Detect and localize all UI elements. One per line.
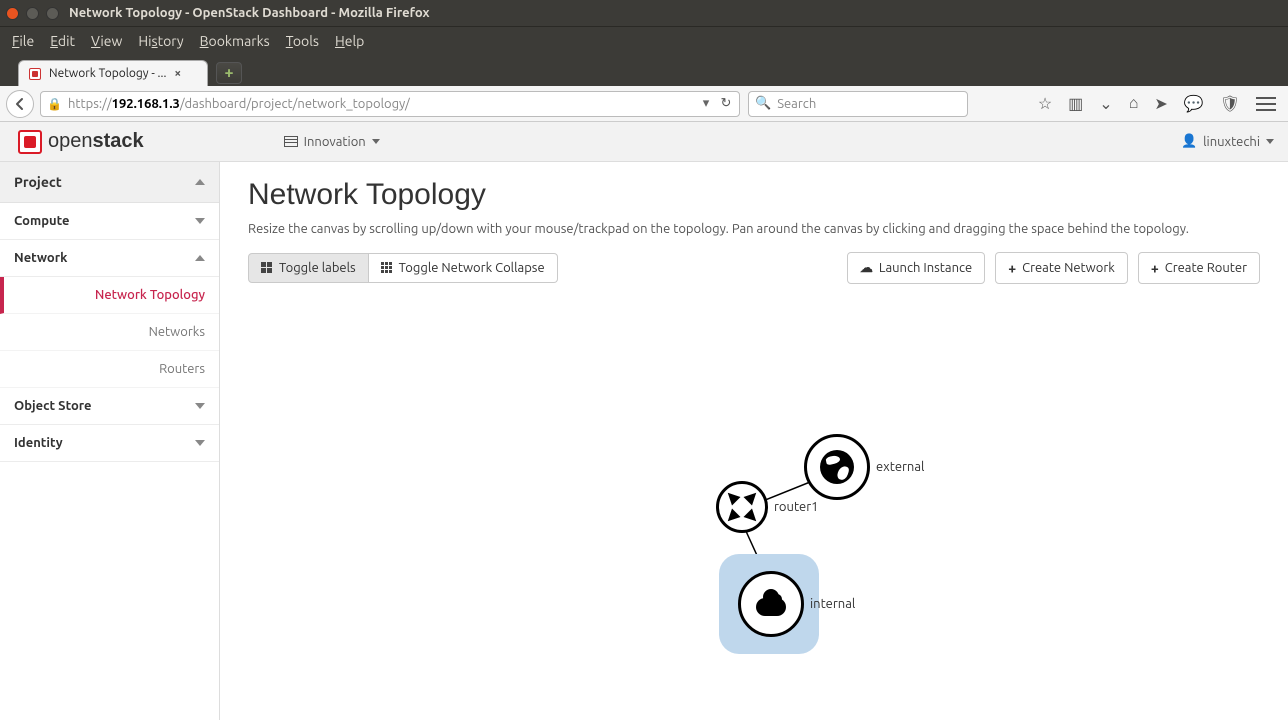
main-content: Network Topology Resize the canvas by sc… — [220, 162, 1288, 720]
os-window-title: Network Topology - OpenStack Dashboard -… — [69, 6, 430, 20]
chat-icon[interactable]: 💬 — [1184, 94, 1204, 113]
project-icon — [284, 136, 298, 147]
os-titlebar: Network Topology - OpenStack Dashboard -… — [0, 0, 1288, 26]
search-icon: 🔍 — [755, 96, 771, 111]
new-tab-button[interactable]: + — [216, 62, 242, 84]
appbar: openstack Innovation 👤 linuxtechi — [0, 122, 1288, 162]
user-icon: 👤 — [1181, 134, 1197, 149]
menu-icon[interactable] — [1256, 97, 1276, 111]
page-hint: Resize the canvas by scrolling up/down w… — [248, 222, 1260, 236]
cloud-icon — [738, 571, 804, 637]
menu-history[interactable]: History — [138, 33, 183, 49]
create-network-button[interactable]: + Create Network — [995, 252, 1128, 284]
cloud-upload-icon: ☁ — [860, 261, 873, 276]
user-name: linuxtechi — [1203, 135, 1260, 149]
os-close-button[interactable] — [6, 7, 19, 20]
chevron-down-icon — [195, 403, 205, 409]
toggle-button-group: Toggle labels Toggle Network Collapse — [248, 253, 558, 283]
launch-instance-button[interactable]: ☁ Launch Instance — [847, 252, 985, 284]
pocket-icon[interactable]: ⌄ — [1099, 94, 1112, 113]
node-external[interactable]: external — [804, 434, 924, 500]
firefox-toolbar-icons: ☆ ▥ ⌄ ⌂ ➤ 💬 🛡 — [1038, 94, 1282, 113]
project-switcher[interactable]: Innovation — [284, 135, 380, 149]
shield-icon[interactable]: 🛡 — [1220, 94, 1240, 113]
sidebar-group-identity[interactable]: Identity — [0, 425, 219, 462]
menu-help[interactable]: Help — [335, 33, 364, 49]
os-window-buttons — [6, 7, 59, 20]
chevron-down-icon — [195, 440, 205, 446]
browser-tab[interactable]: Network Topology - ... × — [18, 60, 208, 86]
reload-icon[interactable]: ↻ — [719, 96, 733, 111]
user-menu[interactable]: 👤 linuxtechi — [1181, 134, 1274, 149]
th-icon — [381, 262, 393, 274]
chevron-up-icon — [195, 179, 205, 185]
chevron-up-icon — [195, 255, 205, 261]
sidebar-group-project[interactable]: Project — [0, 162, 219, 203]
sidebar-item-networks[interactable]: Networks — [0, 314, 219, 351]
library-icon[interactable]: ▥ — [1068, 94, 1083, 113]
url-bar[interactable]: 🔒 https://192.168.1.3/dashboard/project/… — [40, 91, 740, 117]
plus-icon: + — [1151, 260, 1159, 276]
menu-file[interactable]: File — [12, 33, 34, 49]
button-row: Toggle labels Toggle Network Collapse ☁ … — [248, 252, 1260, 284]
firefox-toolbar: 🔒 https://192.168.1.3/dashboard/project/… — [0, 86, 1288, 122]
topology-canvas[interactable]: external router1 internal — [248, 284, 1260, 714]
sidebar-group-object-store[interactable]: Object Store — [0, 388, 219, 425]
th-large-icon — [261, 262, 273, 274]
firefox-tabstrip: Network Topology - ... × + — [0, 54, 1288, 86]
send-icon[interactable]: ➤ — [1154, 94, 1167, 113]
sidebar-group-network[interactable]: Network — [0, 240, 219, 277]
menu-view[interactable]: View — [91, 33, 122, 49]
workspace: Project Compute Network Network Topology… — [0, 162, 1288, 720]
url-text: https://192.168.1.3/dashboard/project/ne… — [68, 97, 695, 111]
openstack-mark-icon — [18, 130, 42, 154]
os-maximize-button[interactable] — [46, 7, 59, 20]
project-name: Innovation — [304, 135, 366, 149]
openstack-logo[interactable]: openstack — [18, 130, 144, 154]
search-placeholder: Search — [777, 97, 816, 111]
url-dropdown-icon[interactable]: ▾ — [699, 96, 713, 111]
router-icon — [716, 481, 768, 533]
home-icon[interactable]: ⌂ — [1129, 94, 1139, 113]
menu-tools[interactable]: Tools — [286, 33, 319, 49]
node-label: internal — [810, 597, 855, 611]
action-button-group: ☁ Launch Instance + Create Network + Cre… — [847, 252, 1260, 284]
firefox-menubar: File Edit View History Bookmarks Tools H… — [0, 26, 1288, 54]
brand-text: openstack — [48, 130, 144, 153]
back-button[interactable] — [6, 90, 34, 118]
toggle-labels-button[interactable]: Toggle labels — [248, 253, 369, 283]
tab-favicon — [27, 66, 43, 82]
toggle-collapse-button[interactable]: Toggle Network Collapse — [369, 253, 558, 283]
node-label: router1 — [774, 500, 818, 514]
bookmark-star-icon[interactable]: ☆ — [1038, 94, 1052, 113]
menu-edit[interactable]: Edit — [50, 33, 75, 49]
sidebar-item-routers[interactable]: Routers — [0, 351, 219, 388]
sidebar-item-network-topology[interactable]: Network Topology — [0, 277, 219, 314]
search-bar[interactable]: 🔍 Search — [748, 91, 968, 117]
lock-icon: 🔒 — [47, 97, 62, 111]
node-internal[interactable]: internal — [738, 571, 855, 637]
create-router-button[interactable]: + Create Router — [1138, 252, 1260, 284]
plus-icon: + — [1008, 260, 1016, 276]
sidebar: Project Compute Network Network Topology… — [0, 162, 220, 720]
menu-bookmarks[interactable]: Bookmarks — [200, 33, 270, 49]
node-router[interactable]: router1 — [716, 481, 818, 533]
sidebar-network-items: Network Topology Networks Routers — [0, 277, 219, 388]
tab-title: Network Topology - ... — [49, 67, 166, 80]
chevron-down-icon — [372, 139, 380, 144]
tab-close-icon[interactable]: × — [174, 67, 181, 80]
node-label: external — [876, 460, 924, 474]
chevron-down-icon — [195, 218, 205, 224]
sidebar-group-compute[interactable]: Compute — [0, 203, 219, 240]
chevron-down-icon — [1266, 139, 1274, 144]
os-minimize-button[interactable] — [26, 7, 39, 20]
page-title: Network Topology — [248, 178, 1260, 212]
